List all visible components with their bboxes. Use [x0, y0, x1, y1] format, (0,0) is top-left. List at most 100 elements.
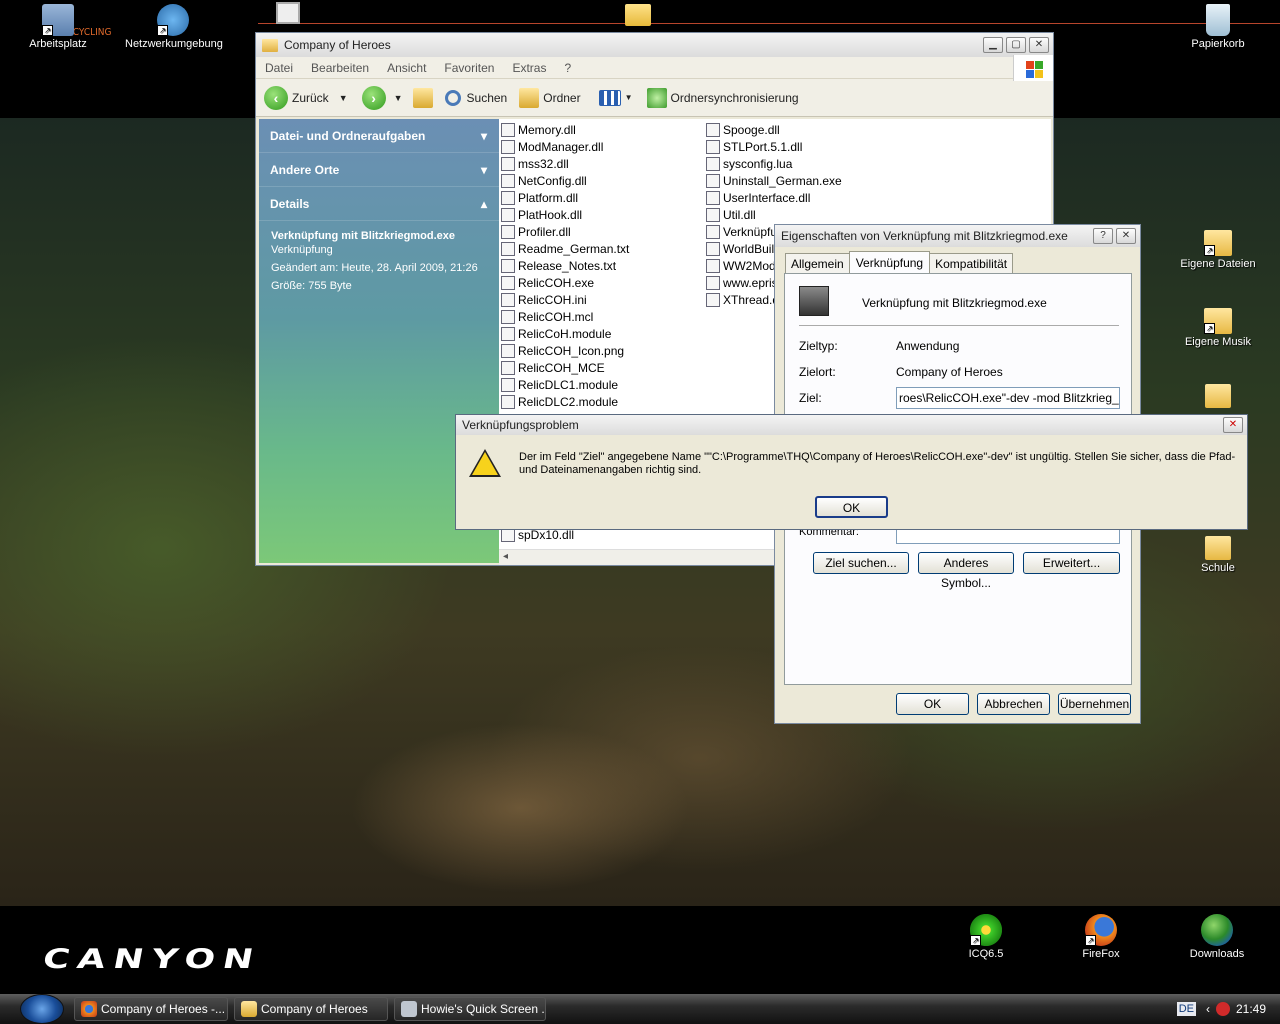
file-icon	[706, 173, 720, 188]
divider	[799, 325, 1119, 326]
file-name: Spooge.dll	[723, 122, 780, 137]
task-section-other[interactable]: Andere Orte ▾	[259, 153, 499, 187]
apply-button[interactable]: Übernehmen	[1058, 693, 1131, 715]
file-item[interactable]: Platform.dll	[501, 189, 629, 206]
explorer-titlebar[interactable]: Company of Heroes ▁ ▢ ✕	[256, 33, 1053, 57]
file-item[interactable]: ModManager.dll	[501, 138, 629, 155]
maximize-button[interactable]: ▢	[1006, 37, 1026, 53]
computer-icon: ↗	[42, 4, 74, 36]
chevron-down-icon[interactable]: ▼	[339, 93, 348, 103]
menu-extras[interactable]: Extras	[503, 61, 555, 75]
file-item[interactable]: RelicCOH.exe	[501, 274, 629, 291]
task-explorer[interactable]: Company of Heroes	[234, 997, 388, 1021]
detail-name: Verknüpfung mit Blitzkriegmod.exe	[271, 230, 455, 242]
chevron-down-icon[interactable]: ▼	[394, 93, 403, 103]
cancel-button[interactable]: Abbrechen	[977, 693, 1050, 715]
task-section-file[interactable]: Datei- und Ordneraufgaben ▾	[259, 119, 499, 153]
file-item[interactable]: Memory.dll	[501, 121, 629, 138]
ziel-input[interactable]: roes\RelicCOH.exe"-dev -mod Blitzkrieg_S…	[896, 387, 1120, 409]
change-icon-button[interactable]: Anderes Symbol...	[918, 552, 1014, 590]
file-name: Profiler.dll	[518, 224, 571, 239]
desktop-icon-firefox[interactable]: ↗ FireFox	[1053, 914, 1149, 960]
file-item[interactable]: Profiler.dll	[501, 223, 629, 240]
tray-app-icon[interactable]	[1215, 1002, 1230, 1016]
file-icon	[706, 139, 720, 154]
file-item[interactable]: Uninstall_German.exe	[706, 172, 842, 189]
file-item[interactable]: RelicCOH.ini	[501, 291, 629, 308]
desktop-icon-papierkorb[interactable]: Papierkorb	[1170, 4, 1266, 50]
error-title: Verknüpfungsproblem	[462, 418, 579, 432]
desktop-icon-presentation[interactable]	[240, 2, 336, 26]
taskbar: Company of Heroes -... Company of Heroes…	[0, 994, 1280, 1024]
file-item[interactable]: RelicDLC2.module	[501, 393, 629, 410]
file-item[interactable]: NetConfig.dll	[501, 172, 629, 189]
menu-ansicht[interactable]: Ansicht	[378, 61, 435, 75]
file-item[interactable]: RelicCoH.module	[501, 325, 629, 342]
tab-kompatibilitaet[interactable]: Kompatibilität	[929, 253, 1014, 274]
file-item[interactable]: RelicCOH.mcl	[501, 308, 629, 325]
sync-button[interactable]: Ordnersynchronisierung	[646, 87, 799, 108]
start-button[interactable]	[20, 994, 64, 1024]
properties-titlebar[interactable]: Eigenschaften von Verknüpfung mit Blitzk…	[775, 225, 1140, 247]
tray-expand-icon[interactable]: ‹	[1206, 1002, 1210, 1016]
desktop-icon-eigene-dateien[interactable]: ↗ Eigene Dateien	[1170, 230, 1266, 270]
desktop-icon-folder-2[interactable]	[1170, 384, 1266, 410]
file-item[interactable]: PlatHook.dll	[501, 206, 629, 223]
language-indicator[interactable]: DE	[1176, 1002, 1196, 1016]
close-button[interactable]: ✕	[1116, 228, 1136, 244]
file-item[interactable]: RelicDLC1.module	[501, 376, 629, 393]
up-folder-button[interactable]	[412, 87, 437, 108]
zielort-label: Zielort:	[799, 365, 836, 379]
advanced-button[interactable]: Erweitert...	[1023, 552, 1120, 574]
desktop-icon-arbeitsplatz[interactable]: ↗ Arbeitsplatz	[10, 4, 106, 50]
file-item[interactable]: STLPort.5.1.dll	[706, 138, 842, 155]
file-icon	[706, 258, 720, 273]
tab-verknuepfung[interactable]: Verknüpfung	[848, 251, 931, 274]
file-icon	[501, 275, 515, 290]
file-name: UserInterface.dll	[723, 190, 811, 205]
desktop-icon-icq[interactable]: ↗ ICQ6.5	[938, 914, 1034, 960]
desktop-icon-eigene-musik[interactable]: ↗ Eigene Musik	[1170, 308, 1266, 348]
desktop-icon-downloads[interactable]: Downloads	[1169, 914, 1265, 960]
search-button[interactable]: Suchen	[444, 89, 507, 106]
desktop-icon-netzwerk[interactable]: ↗ Netzwerkumgebung	[125, 4, 223, 50]
file-item[interactable]: Util.dll	[706, 206, 842, 223]
desktop-icon-schule[interactable]: Schule	[1170, 536, 1266, 574]
properties-title: Eigenschaften von Verknüpfung mit Blitzk…	[781, 229, 1068, 243]
close-button[interactable]: ✕	[1223, 417, 1243, 433]
close-button[interactable]: ✕	[1029, 37, 1049, 53]
desktop-icon-label: Papierkorb	[1191, 38, 1245, 50]
view-button[interactable]: ▼	[598, 89, 633, 106]
desktop-icon-folder[interactable]	[590, 4, 686, 28]
help-button[interactable]: ?	[1093, 228, 1113, 244]
file-item[interactable]: sysconfig.lua	[706, 155, 842, 172]
tab-allgemein[interactable]: Allgemein	[785, 253, 850, 274]
file-item[interactable]: mss32.dll	[501, 155, 629, 172]
menu-favoriten[interactable]: Favoriten	[435, 61, 503, 75]
file-item[interactable]: Spooge.dll	[706, 121, 842, 138]
error-titlebar[interactable]: Verknüpfungsproblem ✕	[456, 415, 1247, 435]
error-dialog[interactable]: Verknüpfungsproblem ✕ ! Der im Feld "Zie…	[455, 414, 1248, 530]
menu-help[interactable]: ?	[555, 61, 580, 75]
minimize-button[interactable]: ▁	[983, 37, 1003, 53]
task-screen-capture[interactable]: Howie's Quick Screen ...	[394, 997, 546, 1021]
task-firefox[interactable]: Company of Heroes -...	[74, 997, 228, 1021]
file-item[interactable]: RelicCOH_MCE	[501, 359, 629, 376]
file-name: Release_Notes.txt	[518, 258, 617, 273]
ok-button[interactable]: OK	[896, 693, 969, 715]
file-item[interactable]: RelicCOH_Icon.png	[501, 342, 629, 359]
shortcut-app-icon	[799, 286, 829, 316]
menu-bearbeiten[interactable]: Bearbeiten	[302, 61, 378, 75]
file-name: RelicCOH_MCE	[518, 360, 605, 375]
folders-button[interactable]: Ordner	[519, 87, 581, 108]
find-target-button[interactable]: Ziel suchen...	[813, 552, 909, 574]
task-section-details[interactable]: Details ▴	[259, 187, 499, 221]
file-item[interactable]: UserInterface.dll	[706, 189, 842, 206]
error-ok-button[interactable]: OK	[815, 496, 888, 518]
scroll-left-icon[interactable]: ◂	[503, 551, 508, 562]
back-button[interactable]: ‹ Zurück ▼	[264, 85, 348, 110]
forward-button[interactable]: › ▼	[361, 85, 403, 110]
menu-datei[interactable]: Datei	[256, 61, 302, 75]
file-item[interactable]: Readme_German.txt	[501, 240, 629, 257]
file-item[interactable]: Release_Notes.txt	[501, 257, 629, 274]
